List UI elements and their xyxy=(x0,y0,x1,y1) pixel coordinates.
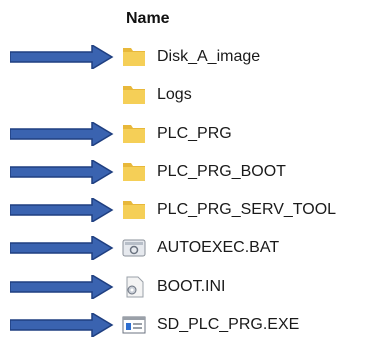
file-name: PLC_PRG_SERV_TOOL xyxy=(157,201,337,219)
list-item[interactable]: PLC_PRG_BOOT xyxy=(0,153,367,191)
column-header-name[interactable]: Name xyxy=(126,10,170,28)
folder-icon xyxy=(123,124,145,143)
file-name: SD_PLC_PRG.EXE xyxy=(157,316,300,334)
batch-file-icon xyxy=(122,239,146,257)
arrow-right-icon xyxy=(10,45,114,69)
file-name: AUTOEXEC.BAT xyxy=(157,239,280,257)
file-name: PLC_PRG xyxy=(157,124,232,142)
executable-icon xyxy=(122,316,146,334)
file-list: Disk_A_image Logs PLC_PRG PLC_PRG_BOOT P… xyxy=(0,38,367,344)
folder-icon xyxy=(123,86,145,105)
settings-file-icon xyxy=(126,276,144,298)
list-item[interactable]: SD_PLC_PRG.EXE xyxy=(0,306,367,344)
folder-icon xyxy=(123,201,145,220)
file-name: PLC_PRG_BOOT xyxy=(157,162,286,180)
arrow-right-icon xyxy=(10,313,114,338)
arrow-right-icon xyxy=(10,236,114,261)
arrow-right-icon xyxy=(10,121,114,146)
list-item[interactable]: AUTOEXEC.BAT xyxy=(0,229,367,267)
file-name: Disk_A_image xyxy=(157,48,261,65)
folder-icon xyxy=(123,48,145,66)
list-item[interactable]: PLC_PRG_SERV_TOOL xyxy=(0,191,367,229)
list-item[interactable]: Logs xyxy=(0,76,367,114)
arrow-right-icon xyxy=(10,198,114,223)
list-item[interactable]: BOOT.INI xyxy=(0,268,367,306)
arrow-right-icon xyxy=(10,274,114,299)
file-name: BOOT.INI xyxy=(157,277,226,295)
file-name: Logs xyxy=(157,86,192,104)
list-item[interactable]: Disk_A_image xyxy=(0,38,367,76)
arrow-right-icon xyxy=(10,159,114,184)
folder-icon xyxy=(123,162,145,181)
list-item[interactable]: PLC_PRG xyxy=(0,115,367,153)
